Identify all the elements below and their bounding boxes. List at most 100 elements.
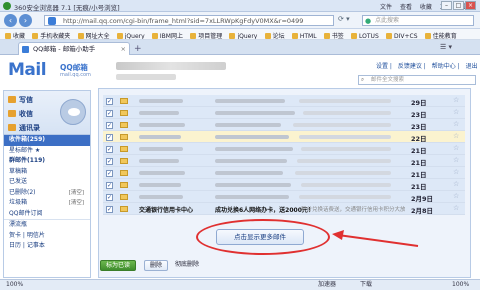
receive-mail-button[interactable]: 收信	[8, 109, 33, 119]
favorite-item[interactable]: LOTUS	[351, 33, 379, 39]
calendar-notes-link[interactable]: 日历 | 记事本	[4, 241, 90, 252]
mail-date: 21日	[411, 147, 427, 155]
star-icon[interactable]: ☆	[453, 96, 459, 104]
qq-mail-logo[interactable]: Mail QQ邮箱 mail.qq.com	[8, 60, 98, 84]
url-field[interactable]: http://mail.qq.com/cgi-bin/frame_html?si…	[44, 15, 334, 26]
forward-button[interactable]: ›	[19, 14, 32, 27]
go-refresh-icon[interactable]: ⟳ ▾	[338, 15, 358, 26]
folder-group-mail[interactable]: 群邮件(119)	[4, 156, 90, 167]
tab-tools-icon[interactable]: ☰ ▾	[440, 43, 452, 51]
mail-row[interactable]: ✓ 21日 ☆	[103, 167, 465, 179]
favorite-item[interactable]: 佳能教育	[425, 31, 457, 39]
mail-date: 23日	[411, 111, 427, 119]
search-engine-icon: ●	[365, 17, 372, 25]
favorite-item[interactable]: 手机收藏夹	[32, 31, 70, 39]
mail-row[interactable]: ✓ 23日 ☆	[103, 107, 465, 119]
mail-row[interactable]: ✓ 22日 ☆	[103, 131, 465, 143]
drift-bottle-link[interactable]: 漂流瓶	[4, 220, 90, 231]
favorite-item[interactable]: jQuery	[229, 33, 257, 39]
help-link[interactable]: 帮助中心	[432, 63, 456, 70]
star-icon[interactable]: ☆	[453, 132, 459, 140]
star-icon[interactable]: ☆	[453, 144, 459, 152]
folder-sent[interactable]: 已发送	[4, 177, 90, 188]
row-checkbox[interactable]: ✓	[106, 206, 113, 213]
folder-inbox[interactable]: 收件箱(259)	[4, 135, 90, 146]
row-checkbox[interactable]: ✓	[106, 146, 113, 153]
folder-drafts[interactable]: 草稿箱	[4, 167, 90, 178]
mail-row[interactable]: ✓ 2月9日 ☆	[103, 191, 465, 203]
row-checkbox[interactable]: ✓	[106, 98, 113, 105]
star-icon[interactable]: ☆	[453, 108, 459, 116]
mail-row[interactable]: ✓ 21日 ☆	[103, 155, 465, 167]
envelope-icon	[120, 98, 128, 104]
mail-row[interactable]: ✓ 交通银行信用卡中心 成功兑换6人网络办卡，送2000元！ 积分兑换话费送，交…	[103, 203, 465, 215]
favorite-item[interactable]: 网址大全	[78, 31, 110, 39]
favorite-item[interactable]: DIV+CS	[386, 33, 418, 39]
mail-snippet: 积分兑换话费送，交通银行信用卡积分大放送	[301, 207, 405, 213]
write-mail-button[interactable]: 写信	[8, 95, 33, 105]
zoom-level[interactable]: 100%	[452, 280, 469, 290]
menu-view[interactable]: 查看	[400, 4, 412, 11]
mail-row[interactable]: ✓ 21日 ☆	[103, 143, 465, 155]
star-icon[interactable]: ☆	[453, 168, 459, 176]
account-name-blurred	[116, 62, 226, 70]
favorite-item[interactable]: 书签	[324, 31, 344, 39]
star-icon[interactable]: ☆	[453, 192, 459, 200]
menu-favorites[interactable]: 收藏	[420, 4, 432, 11]
row-checkbox[interactable]: ✓	[106, 170, 113, 177]
tab-qq-mail[interactable]: QQ邮箱 - 邮箱小助手 ×	[18, 42, 130, 55]
favorite-item[interactable]: 论坛	[265, 31, 285, 39]
mail-row[interactable]: ✓ 29日 ☆	[103, 95, 465, 107]
row-checkbox[interactable]: ✓	[106, 110, 113, 117]
accelerator-button[interactable]: 加速器	[318, 280, 336, 290]
mail-row[interactable]: ✓ 21日 ☆	[103, 179, 465, 191]
back-button[interactable]: ‹	[4, 14, 17, 27]
mail-row[interactable]: ✓ 23日 ☆	[103, 119, 465, 131]
browser-search-field[interactable]: ● 点此搜索	[362, 15, 474, 26]
maximize-button[interactable]: □	[453, 1, 464, 10]
envelope-icon	[120, 134, 128, 140]
favorite-item[interactable]: jQuery	[117, 33, 145, 39]
logout-link[interactable]: 退出	[466, 63, 478, 70]
close-window-button[interactable]: ×	[465, 1, 476, 10]
close-tab-icon[interactable]: ×	[121, 43, 126, 55]
folder-starred[interactable]: 星标邮件 ★	[4, 146, 90, 157]
star-icon[interactable]: ☆	[453, 180, 459, 188]
folder-subscriptions[interactable]: QQ邮件订阅	[4, 209, 90, 220]
new-tab-button[interactable]: +	[134, 44, 142, 54]
tab-bar: QQ邮箱 - 邮箱小助手 × + ☰ ▾	[0, 40, 480, 55]
cards-postcards-link[interactable]: 贺卡 | 明信片	[4, 231, 90, 242]
empty-spam-link[interactable]: [清空]	[69, 198, 84, 209]
folder-spam[interactable]: 垃圾箱 [清空]	[4, 198, 90, 209]
star-icon[interactable]: ☆	[453, 204, 459, 212]
feedback-link[interactable]: 反馈建议	[398, 63, 422, 70]
site-favicon-icon	[48, 17, 56, 25]
mail-search-input[interactable]: ⌕ 邮件全文搜索	[358, 75, 476, 85]
favorite-item[interactable]: HTML	[292, 33, 317, 39]
download-button[interactable]: 下载	[360, 280, 372, 290]
settings-link[interactable]: 设置	[376, 63, 388, 70]
star-icon[interactable]: ☆	[453, 156, 459, 164]
envelope-icon	[120, 146, 128, 152]
row-checkbox[interactable]: ✓	[106, 122, 113, 129]
mark-read-button[interactable]: 标为已读	[100, 260, 137, 271]
envelope-icon	[120, 194, 128, 200]
row-checkbox[interactable]: ✓	[106, 194, 113, 201]
row-checkbox[interactable]: ✓	[106, 134, 113, 141]
delete-button[interactable]: 删除	[144, 260, 169, 271]
star-icon[interactable]: ☆	[453, 120, 459, 128]
permanent-delete-button[interactable]: 彻底删除	[170, 260, 204, 271]
row-checkbox[interactable]: ✓	[106, 182, 113, 189]
folder-deleted[interactable]: 已删除(2) [清空]	[4, 188, 90, 199]
favorite-item[interactable]: 收藏	[5, 31, 25, 39]
minimize-button[interactable]: –	[441, 1, 452, 10]
row-checkbox[interactable]: ✓	[106, 158, 113, 165]
menu-file[interactable]: 文件	[380, 4, 392, 11]
mail-date: 29日	[411, 99, 427, 107]
empty-deleted-link[interactable]: [清空]	[69, 188, 84, 199]
envelope-icon	[120, 158, 128, 164]
highlight-ellipse	[196, 219, 330, 255]
favorite-item[interactable]: IBM网上	[152, 31, 183, 39]
favorite-item[interactable]: 项目管理	[190, 31, 222, 39]
contacts-button[interactable]: 通讯录	[8, 123, 40, 133]
